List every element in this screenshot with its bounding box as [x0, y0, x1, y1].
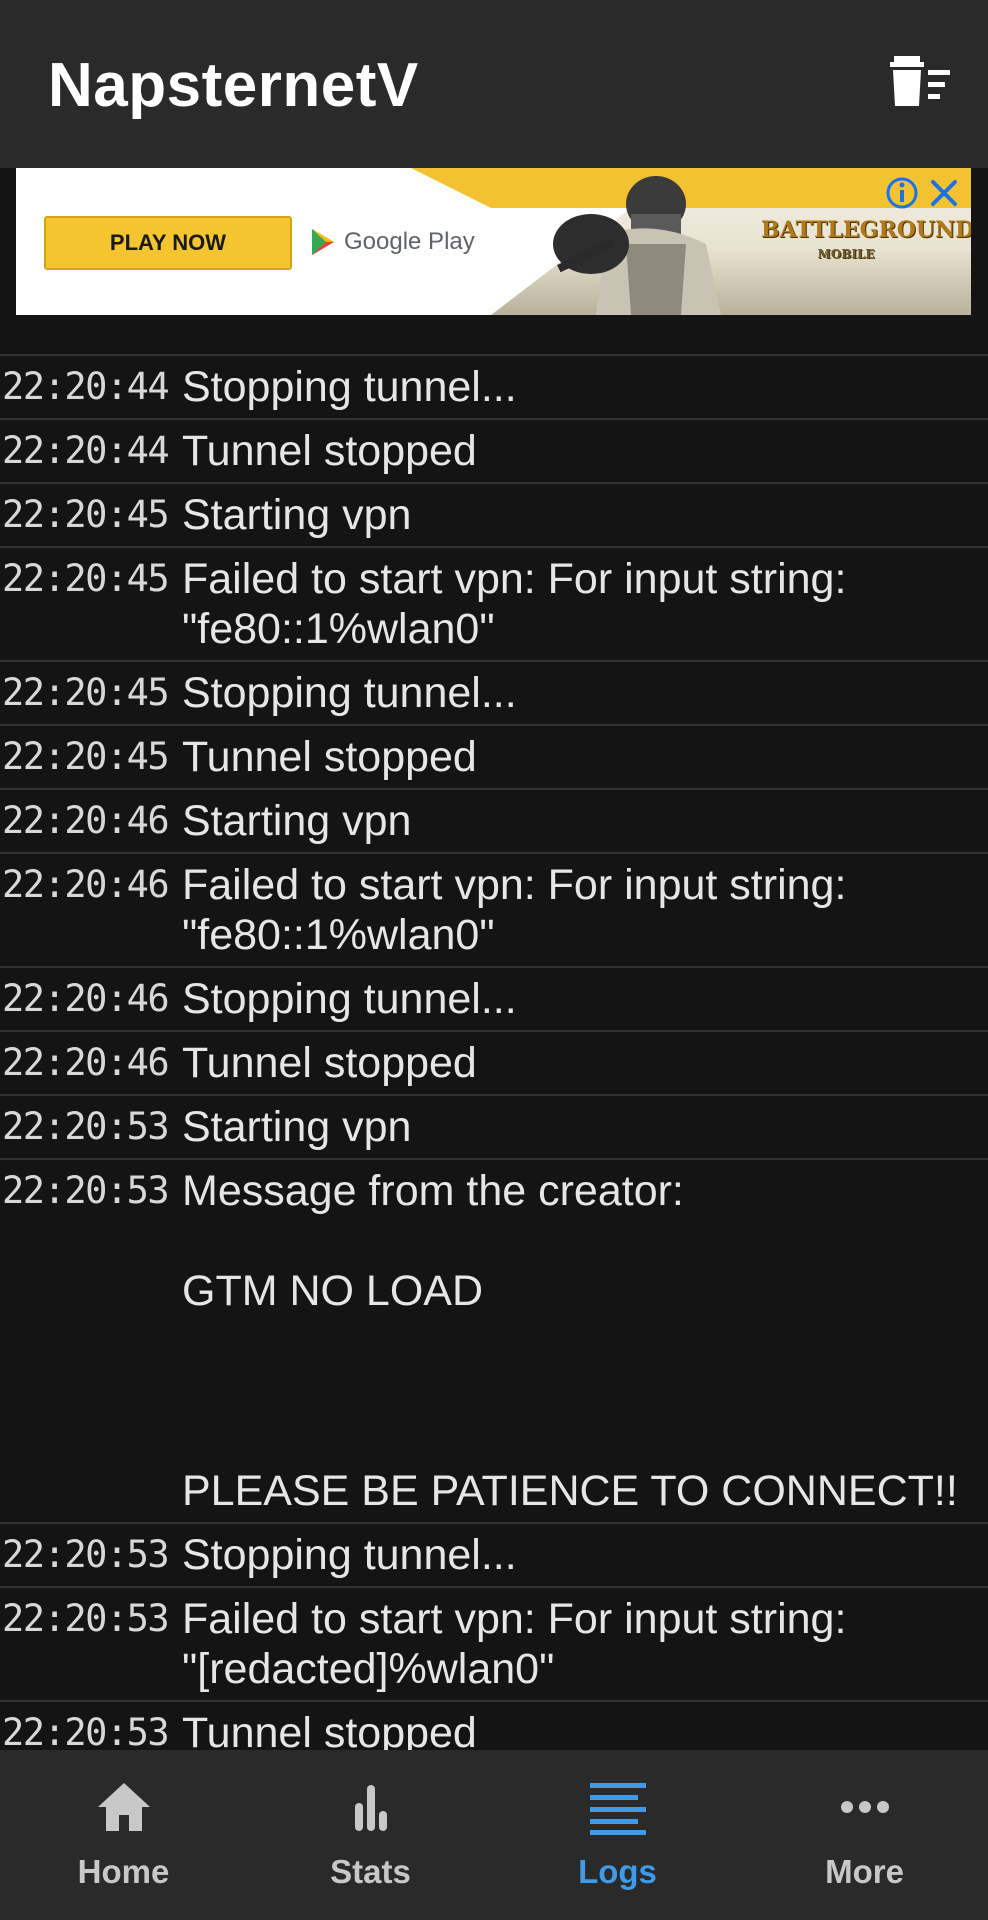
- log-entry: 22:20:46 Starting vpn: [0, 790, 988, 854]
- log-message: Failed to start vpn: For input string: "…: [182, 555, 847, 653]
- log-message: Tunnel stopped: [182, 427, 477, 475]
- more-icon: [840, 1801, 889, 1813]
- log-entry: 22:20:45 Tunnel stopped: [0, 726, 988, 790]
- log-message: Failed to start vpn: For input string: "…: [182, 1595, 847, 1693]
- log-entry: 22:20:46 Failed to start vpn: For input s…: [0, 854, 988, 968]
- log-timestamp: 22:20:53: [2, 1169, 170, 1212]
- log-entry: 22:20:46 Tunnel stopped: [0, 1032, 988, 1096]
- log-message: Stopping tunnel...: [182, 975, 517, 1023]
- log-timestamp: 22:20:53: [2, 1711, 170, 1750]
- clear-logs-button[interactable]: [890, 54, 954, 110]
- log-entry: 22:20:45 Failed to start vpn: For input s…: [0, 548, 988, 662]
- log-entry: 22:20:44 Stopping tunnel...: [0, 356, 988, 420]
- nav-logs-label: Logs: [578, 1853, 657, 1890]
- nav-more-label: More: [825, 1853, 904, 1890]
- nav-more[interactable]: More: [741, 1750, 988, 1920]
- log-entry: 22:20:44 Tunnel stopped: [0, 420, 988, 484]
- nav-stats[interactable]: Stats: [247, 1750, 494, 1920]
- log-message: Tunnel stopped: [182, 1039, 477, 1087]
- bottom-navigation: Home Stats Logs More: [0, 1750, 988, 1920]
- google-play-badge[interactable]: Google Play: [310, 222, 475, 262]
- log-entry: 22:20:53 Failed to start vpn: For input s…: [0, 1588, 988, 1702]
- info-icon: [886, 177, 918, 209]
- log-timestamp: 22:20:53: [2, 1597, 170, 1640]
- home-icon: [97, 1783, 150, 1831]
- google-play-label: Google Play: [344, 228, 475, 255]
- nav-stats-label: Stats: [330, 1853, 411, 1890]
- log-entry: 22:20:53 Starting vpn: [0, 1096, 988, 1160]
- log-entry: 22:20:45 Starting vpn: [0, 484, 988, 548]
- game-logo-title: BATTLEGROUNDS: [761, 217, 971, 243]
- logs-icon: [589, 1783, 646, 1835]
- log-message: Stopping tunnel...: [182, 363, 517, 411]
- log-message: Stopping tunnel...: [182, 669, 517, 717]
- log-message: Failed to start vpn: For input string: "…: [182, 861, 847, 959]
- log-timestamp: 22:20:53: [2, 1105, 170, 1148]
- game-logo-subtitle: MOBILE: [817, 247, 875, 261]
- stats-icon: [354, 1785, 387, 1831]
- game-logo: BATTLEGROUNDS MOBILE: [761, 218, 971, 278]
- ad-banner[interactable]: PLAY NOW Google Play BATTLEGROUNDS MOBIL…: [16, 168, 971, 315]
- log-timestamp: 22:20:46: [2, 1041, 170, 1084]
- log-message: Tunnel stopped: [182, 1709, 477, 1750]
- clear-logs-icon: [890, 56, 950, 106]
- nav-home-label: Home: [77, 1853, 170, 1890]
- log-entry: 22:20:53 Tunnel stopped: [0, 1702, 988, 1750]
- log-timestamp: 22:20:45: [2, 735, 170, 778]
- app-title: NapsternetV: [48, 51, 419, 120]
- log-timestamp: 22:20:46: [2, 799, 170, 842]
- close-icon: [931, 180, 957, 206]
- log-timestamp: 22:20:44: [2, 365, 170, 408]
- log-message: Starting vpn: [182, 1103, 412, 1151]
- log-timestamp: 22:20:45: [2, 557, 170, 600]
- log-entry: 22:20:53 Stopping tunnel...: [0, 1524, 988, 1588]
- log-timestamp: 22:20:44: [2, 429, 170, 472]
- soldier-image: [553, 176, 721, 315]
- log-timestamp: 22:20:45: [2, 671, 170, 714]
- app-bar: NapsternetV: [0, 0, 988, 168]
- log-list[interactable]: "fe80::1%wlan0" 22:20:44Stopping tunnel.…: [0, 262, 988, 1750]
- log-message: Starting vpn: [182, 797, 412, 845]
- log-entry: 22:20:46 Stopping tunnel...: [0, 968, 988, 1032]
- log-timestamp: 22:20:46: [2, 977, 170, 1020]
- log-timestamp: 22:20:45: [2, 493, 170, 536]
- ad-close-button[interactable]: [927, 176, 961, 210]
- play-now-button[interactable]: PLAY NOW: [44, 216, 292, 270]
- log-timestamp: 22:20:46: [2, 863, 170, 906]
- google-play-icon: [312, 229, 334, 255]
- nav-logs[interactable]: Logs: [494, 1750, 741, 1920]
- log-message: Message from the creator: GTM NO LOAD PL…: [182, 1167, 958, 1515]
- log-message: Tunnel stopped: [182, 733, 477, 781]
- nav-home[interactable]: Home: [0, 1750, 247, 1920]
- log-message: Stopping tunnel...: [182, 1531, 517, 1579]
- ad-info-button[interactable]: [885, 176, 919, 210]
- log-entry: 22:20:53 Message from the creator: GTM NO…: [0, 1160, 988, 1524]
- log-message: Starting vpn: [182, 491, 412, 539]
- log-timestamp: 22:20:53: [2, 1533, 170, 1576]
- log-entry: 22:20:45 Stopping tunnel...: [0, 662, 988, 726]
